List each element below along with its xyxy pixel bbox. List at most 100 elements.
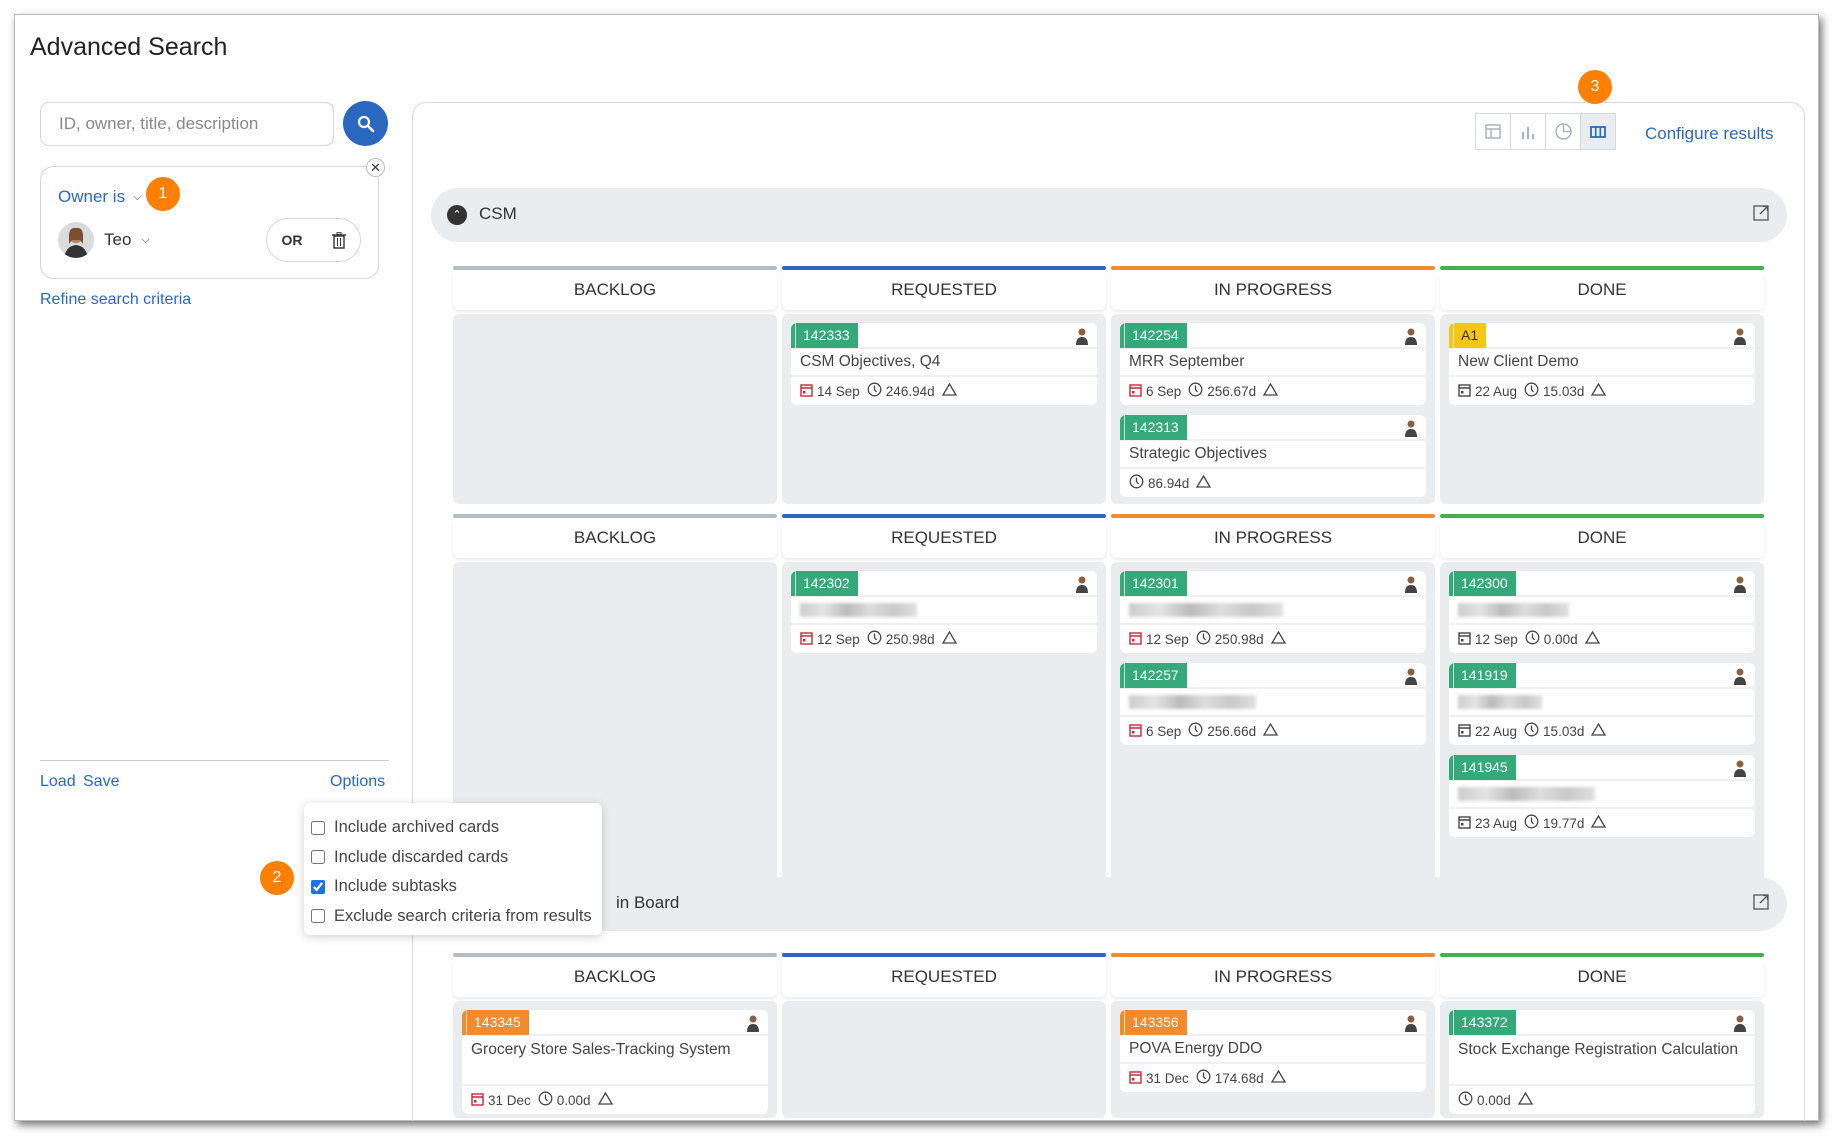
pie-chart-view-button[interactable] <box>1546 114 1581 149</box>
owner-value-dropdown[interactable]: Teo ⌵ <box>58 222 150 258</box>
criteria-field-dropdown[interactable]: Owner is ⌵ <box>58 187 141 207</box>
kanban-card[interactable]: 141919 22 Aug 15.03d <box>1449 663 1755 745</box>
card-id-row: 143345 <box>462 1010 768 1036</box>
card-due-date: 22 Aug <box>1475 723 1518 739</box>
card-duration: 19.77d <box>1543 815 1585 831</box>
option-2[interactable]: Include subtasks <box>311 872 595 902</box>
option-1[interactable]: Include discarded cards <box>311 843 595 873</box>
divider <box>40 760 389 761</box>
card-id-row: 142302 <box>791 571 1097 597</box>
card-id-row: 142300 <box>1449 571 1755 597</box>
owner-avatar-icon <box>1733 759 1747 777</box>
card-duration: 0.00d <box>1543 631 1578 647</box>
column-header: IN PROGRESS <box>1111 518 1435 558</box>
column-body: 142302 12 Sep 250.98d <box>782 562 1106 892</box>
open-external-icon[interactable] <box>1753 205 1769 226</box>
kanban-card[interactable]: 142302 12 Sep 250.98d <box>791 571 1097 653</box>
kanban-card[interactable]: 142254 MRR September 6 Sep 256.67d <box>1120 323 1426 405</box>
warning-triangle-icon <box>1591 814 1607 831</box>
option-checkbox[interactable] <box>311 909 325 924</box>
clock-icon <box>867 630 882 648</box>
criteria-box: Owner is ⌵ 1 Teo ⌵ OR <box>40 166 379 279</box>
kanban-card[interactable]: 142333 CSM Objectives, Q4 14 Sep 246.94d <box>791 323 1097 405</box>
configure-results-link[interactable]: Configure results <box>1645 124 1774 144</box>
kanban-card[interactable]: 141945 23 Aug 19.77d <box>1449 755 1755 837</box>
warning-triangle-icon <box>1262 382 1279 399</box>
card-title: Grocery Store Sales-Tracking System <box>471 1041 731 1058</box>
clock-icon <box>1524 814 1539 832</box>
blurred-title <box>1458 695 1542 709</box>
group-header: in Board <box>431 877 1787 931</box>
card-due-date: 12 Sep <box>1146 631 1189 647</box>
options-link[interactable]: Options <box>330 773 385 791</box>
blurred-title <box>800 603 917 617</box>
kanban-card[interactable]: A1 New Client Demo 22 Aug 15.03d <box>1449 323 1755 405</box>
card-title-row <box>1120 597 1426 625</box>
blurred-title <box>1129 603 1283 617</box>
option-checkbox[interactable] <box>311 850 325 865</box>
calendar-icon <box>1129 723 1142 740</box>
card-due-date: 6 Sep <box>1146 383 1182 399</box>
clock-icon <box>1196 630 1211 648</box>
card-id-badge: 142313 <box>1120 415 1187 440</box>
search-button[interactable] <box>343 101 388 146</box>
open-external-icon[interactable] <box>1753 894 1769 915</box>
column-body <box>453 314 777 504</box>
trash-icon[interactable] <box>331 231 346 249</box>
warning-triangle-icon <box>1584 630 1600 647</box>
clock-icon <box>1525 630 1540 648</box>
table-view-button[interactable] <box>1476 114 1511 149</box>
bar-chart-view-button[interactable] <box>1511 114 1546 149</box>
card-due-date: 31 Dec <box>488 1092 531 1108</box>
card-title-row <box>791 597 1097 625</box>
column-body: 143372 Stock Exchange Registration Calcul… <box>1440 1001 1764 1118</box>
kanban-card[interactable]: 143356 POVA Energy DDO 31 Dec 174.68d <box>1120 1010 1426 1092</box>
remove-criteria-button[interactable]: ✕ <box>366 158 385 177</box>
card-meta-row: 23 Aug 19.77d <box>1449 809 1755 837</box>
collapse-button[interactable]: ⌃ <box>447 205 467 225</box>
option-checkbox[interactable] <box>311 879 325 894</box>
column-header: REQUESTED <box>782 270 1106 310</box>
card-id-row: 143356 <box>1120 1010 1426 1036</box>
card-meta-row: 31 Dec 174.68d <box>1120 1064 1426 1092</box>
kanban-card[interactable]: 142257 6 Sep 256.66d <box>1120 663 1426 745</box>
save-link[interactable]: Save <box>83 773 119 791</box>
card-id-row: 141919 <box>1449 663 1755 689</box>
refine-search-link[interactable]: Refine search criteria <box>40 291 191 309</box>
calendar-icon <box>1129 383 1142 400</box>
card-title: Strategic Objectives <box>1129 445 1267 462</box>
calendar-icon <box>1129 631 1142 648</box>
warning-triangle-icon <box>941 630 957 647</box>
option-label: Include discarded cards <box>334 847 509 866</box>
kanban-card[interactable]: 142300 12 Sep 0.00d <box>1449 571 1755 653</box>
kanban-card[interactable]: 142301 12 Sep 250.98d <box>1120 571 1426 653</box>
card-due-date: 12 Sep <box>1475 631 1518 647</box>
card-duration: 246.94d <box>885 383 935 399</box>
card-id-row: A1 <box>1449 323 1755 349</box>
kanban-card[interactable]: 143372 Stock Exchange Registration Calcul… <box>1449 1010 1755 1114</box>
option-0[interactable]: Include archived cards <box>311 813 595 843</box>
card-id-badge: 141945 <box>1449 755 1516 780</box>
column-header: IN PROGRESS <box>1111 270 1435 310</box>
kanban-card[interactable]: 143345 Grocery Store Sales-Tracking Syste… <box>462 1010 768 1114</box>
card-duration: 250.98d <box>1214 631 1264 647</box>
load-link[interactable]: Load <box>40 773 76 791</box>
blurred-title <box>1458 603 1569 617</box>
board-view-button[interactable] <box>1581 114 1615 149</box>
bar-chart-icon <box>1522 126 1534 139</box>
card-title-row: New Client Demo <box>1449 349 1755 377</box>
option-3[interactable]: Exclude search criteria from results <box>311 902 595 932</box>
search-input[interactable] <box>40 102 334 146</box>
card-id-badge: 143356 <box>1120 1010 1187 1035</box>
option-checkbox[interactable] <box>311 820 325 835</box>
card-id-row: 142301 <box>1120 571 1426 597</box>
or-button[interactable]: OR <box>282 232 303 248</box>
calendar-icon <box>1458 815 1471 832</box>
column-header: REQUESTED <box>782 957 1106 997</box>
card-meta-row: 12 Sep 0.00d <box>1449 625 1755 653</box>
card-meta-row: 31 Dec 0.00d <box>462 1086 768 1114</box>
kanban-card[interactable]: 142313 Strategic Objectives 86.94d <box>1120 415 1426 497</box>
warning-triangle-icon <box>1262 722 1279 739</box>
calendar-icon <box>800 631 813 648</box>
card-due-date: 23 Aug <box>1475 815 1518 831</box>
